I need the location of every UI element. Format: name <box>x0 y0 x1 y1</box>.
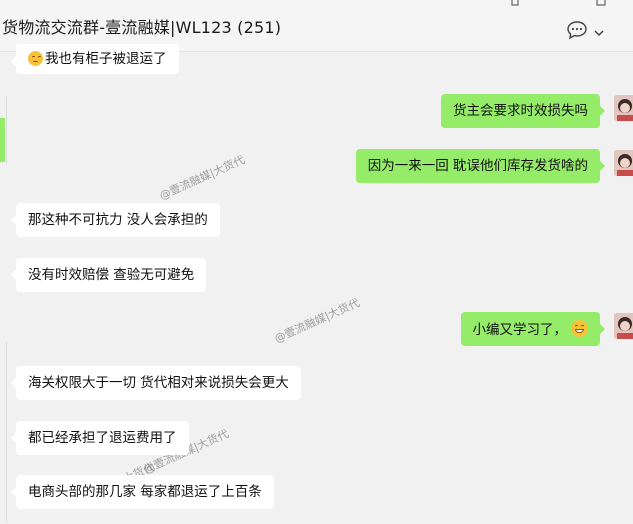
message-text: 小编又学习了， <box>472 322 568 338</box>
message-bubble-incoming[interactable]: 那这种不可抗力 没人会承担的 <box>11 203 220 237</box>
avatar[interactable] <box>614 150 633 176</box>
watermark: @壹流融媒|大货代 <box>272 296 362 346</box>
message-text: 都已经承担了退运费用了 <box>28 430 177 446</box>
grinning-face-icon <box>571 320 588 337</box>
left-edge-highlight <box>0 118 5 162</box>
avatar[interactable] <box>614 95 633 121</box>
message-bubble-outgoing[interactable]: 因为一来一回 耽误他们库存发货啥的 <box>355 149 606 183</box>
message-text: 没有时效赔偿 查验无可避免 <box>28 267 195 283</box>
avatar[interactable] <box>614 313 633 339</box>
pin-icon[interactable] <box>509 0 521 6</box>
left-divider <box>6 342 7 522</box>
message-bubble-incoming[interactable]: 海关权限大于一切 货代相对来说损失会更大 <box>11 366 301 400</box>
message-text: 我也有柜子被退运了 <box>45 51 167 67</box>
message-bubble-outgoing[interactable]: 小编又学习了， <box>460 312 605 346</box>
left-divider <box>6 96 7 164</box>
message-bubble-incoming[interactable]: 电商头部的那几家 每家都退运了上百条 <box>11 475 274 509</box>
message-bubble-incoming[interactable]: 我也有柜子被退运了 <box>11 44 179 74</box>
speech-bubble-icon[interactable] <box>566 20 588 40</box>
message-text: 因为一来一回 耽误他们库存发货啥的 <box>367 158 588 174</box>
message-bubble-outgoing[interactable]: 货主会要求时效损失吗 <box>441 94 605 128</box>
message-bubble-incoming[interactable]: 没有时效赔偿 查验无可避免 <box>10 258 207 292</box>
sad-face-icon <box>28 51 43 66</box>
message-bubble-incoming[interactable]: 都已经承担了退运费用了 <box>11 421 189 455</box>
chat-title: 货物流交流群-壹流融媒|WL123 (251) <box>2 18 282 37</box>
window-control-icon[interactable] <box>595 0 607 6</box>
message-text: 货主会要求时效损失吗 <box>453 103 588 119</box>
watermark: @壹流融媒|大货代 <box>157 153 247 203</box>
message-text: 电商头部的那几家 每家都退运了上百条 <box>28 484 262 500</box>
message-text: 那这种不可抗力 没人会承担的 <box>28 212 208 228</box>
message-text: 海关权限大于一切 货代相对来说损失会更大 <box>28 375 289 391</box>
chevron-down-icon[interactable] <box>593 23 605 37</box>
